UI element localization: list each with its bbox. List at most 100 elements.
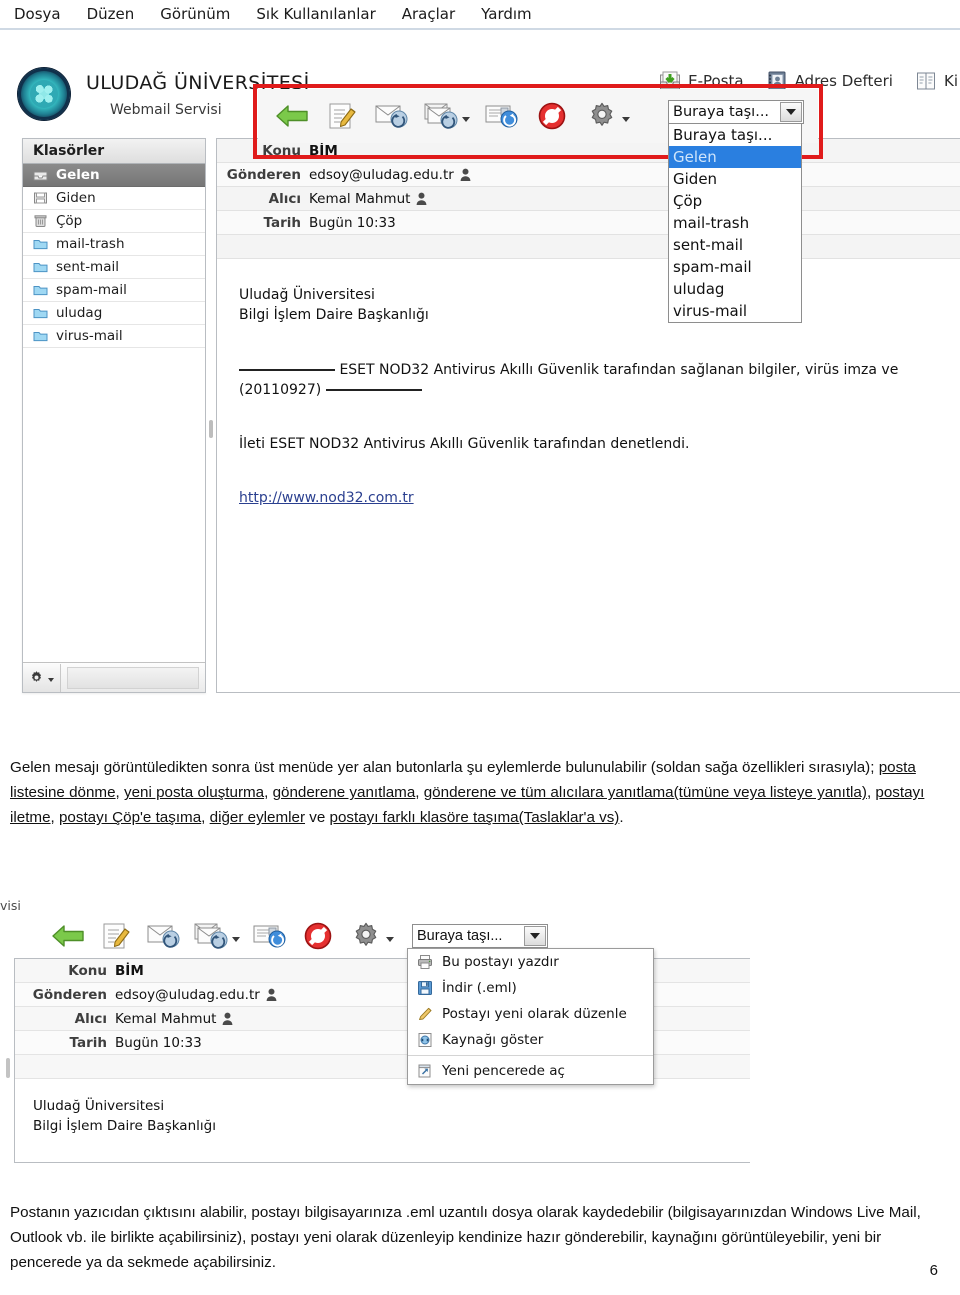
- move-to-option-buraya-tasi[interactable]: Buraya taşı...: [669, 124, 801, 146]
- move-to-option-list[interactable]: Buraya taşı... Gelen Giden Çöp mail-tras…: [668, 124, 802, 323]
- person-icon[interactable]: [222, 1012, 233, 1025]
- person-icon[interactable]: [266, 988, 277, 1001]
- header-value-alici-wrap: Kemal Mahmut: [115, 1011, 233, 1027]
- chevron-down-icon[interactable]: [622, 116, 630, 122]
- reply-all-wrap[interactable]: [194, 918, 240, 954]
- sidebar-item-spam-mail[interactable]: spam-mail: [23, 279, 205, 302]
- move-to-folder-select[interactable]: Buraya taşı...: [412, 924, 548, 948]
- move-to-option-mail-trash[interactable]: mail-trash: [669, 212, 801, 234]
- scrollbar-grip[interactable]: [6, 1058, 10, 1078]
- compose-button[interactable]: [324, 98, 360, 134]
- move-to-option-giden[interactable]: Giden: [669, 168, 801, 190]
- message-header-spacer: [217, 235, 960, 259]
- reply-all-wrap[interactable]: [424, 98, 470, 134]
- screenshot2-crumb: visi: [0, 898, 21, 913]
- person-icon[interactable]: [416, 192, 427, 205]
- pane-scrollbar[interactable]: [206, 138, 216, 693]
- header-value-alici-wrap: Kemal Mahmut: [309, 191, 427, 207]
- context-menu-item-open-new-window[interactable]: Yeni pencerede aç: [408, 1058, 653, 1084]
- pane-scrollbar[interactable]: [4, 958, 12, 1163]
- more-actions-context-menu[interactable]: Bu postayı yazdır İndir (.eml) Postayı y…: [407, 948, 654, 1085]
- move-to-option-gelen[interactable]: Gelen: [669, 146, 801, 168]
- sidebar-item-sent-mail[interactable]: sent-mail: [23, 256, 205, 279]
- p1-sep-3: ,: [415, 784, 424, 802]
- compose-button[interactable]: [98, 918, 134, 954]
- scrollbar-grip[interactable]: [209, 420, 213, 438]
- p1-sep-2: ,: [264, 784, 273, 802]
- move-to-option-spam-mail[interactable]: spam-mail: [669, 256, 801, 278]
- move-to-folder-select[interactable]: Buraya taşı...: [668, 100, 804, 124]
- menu-item-sik-kullanilanlar[interactable]: Sık Kullanılanlar: [256, 5, 375, 23]
- more-actions-button[interactable]: [348, 918, 384, 954]
- explanation-paragraph-1: Gelen mesajı görüntüledikten sonra üst m…: [10, 755, 950, 830]
- menu-item-gorunum[interactable]: Görünüm: [160, 5, 230, 23]
- move-to-option-uludag[interactable]: uludag: [669, 278, 801, 300]
- folder-settings-button[interactable]: [23, 663, 61, 692]
- chevron-down-icon[interactable]: [232, 936, 240, 942]
- new-window-icon: [418, 1064, 431, 1078]
- context-menu-item-print[interactable]: Bu postayı yazdır: [408, 949, 653, 975]
- header-value-tarih: Bugün 10:33: [309, 214, 396, 231]
- signature-line-1: Uludağ Üniversitesi: [33, 1098, 165, 1114]
- menu-item-duzen[interactable]: Düzen: [87, 5, 135, 23]
- reply-envelope-icon: [147, 925, 180, 948]
- topnav-item-kisisel[interactable]: Ki: [915, 70, 958, 92]
- sidebar-item-virus-mail[interactable]: virus-mail: [23, 325, 205, 348]
- p1-underline-4: gönderene ve tüm alıcılara yanıtlama(tüm…: [423, 784, 867, 802]
- context-menu-label-view-source: Kaynağı göster: [442, 1032, 544, 1048]
- header-value-gonderen: edsoy@uludag.edu.tr: [115, 986, 260, 1003]
- person-icon[interactable]: [460, 168, 471, 181]
- p1-underline-2: yeni posta oluşturma: [123, 784, 265, 802]
- sidebar-item-cop[interactable]: Çöp: [23, 210, 205, 233]
- header-label-tarih: Tarih: [263, 214, 301, 231]
- move-to-option-cop[interactable]: Çöp: [669, 190, 801, 212]
- sidebar-label-cop: Çöp: [56, 213, 83, 229]
- menu-item-araclar[interactable]: Araçlar: [402, 5, 455, 23]
- more-actions-wrap[interactable]: [348, 918, 394, 954]
- header-value-konu: BİM: [115, 962, 144, 979]
- chevron-down-icon[interactable]: [462, 116, 470, 122]
- sidebar-item-uludag[interactable]: uludag: [23, 302, 205, 325]
- move-to-selected-value: Buraya taşı...: [673, 104, 770, 120]
- sidebar-label-uludag: uludag: [56, 305, 103, 321]
- header-label-tarih: Tarih: [69, 1034, 107, 1051]
- menu-item-yardim[interactable]: Yardım: [481, 5, 532, 23]
- topnav-label-eposta: E-Posta: [688, 72, 744, 90]
- reply-all-button[interactable]: [424, 98, 460, 134]
- reply-all-button[interactable]: [194, 918, 230, 954]
- menu-item-dosya[interactable]: Dosya: [14, 5, 61, 23]
- p1-sep-1: ,: [115, 784, 124, 802]
- context-menu-item-edit-as-new[interactable]: Postayı yeni olarak düzenle: [408, 1001, 653, 1027]
- back-button[interactable]: [274, 98, 310, 134]
- sidebar-item-giden[interactable]: Giden: [23, 187, 205, 210]
- sidebar-item-gelen[interactable]: Gelen: [23, 164, 205, 187]
- more-actions-wrap[interactable]: [584, 98, 630, 134]
- sidebar-label-gelen: Gelen: [56, 167, 100, 183]
- back-button[interactable]: [50, 918, 86, 954]
- delete-button[interactable]: [534, 98, 570, 134]
- move-to-toggle-button[interactable]: [780, 102, 802, 122]
- signature-line-2: Bilgi İşlem Daire Başkanlığı: [239, 307, 429, 324]
- webmail-screenshot-bottom: visi Buraya taşı... Konu BİM Gönderen ed…: [0, 890, 770, 1175]
- folder-icon: [33, 332, 48, 342]
- move-to-folder-dropdown[interactable]: Buraya taşı... Buraya taşı... Gelen Gide…: [668, 100, 804, 323]
- reply-button[interactable]: [146, 918, 182, 954]
- context-menu-item-download[interactable]: İndir (.eml): [408, 975, 653, 1001]
- move-to-toggle-button[interactable]: [524, 926, 546, 946]
- more-actions-button[interactable]: [584, 98, 620, 134]
- sidebar-label-mail-trash: mail-trash: [56, 236, 125, 252]
- move-to-option-sent-mail[interactable]: sent-mail: [669, 234, 801, 256]
- move-to-option-virus-mail[interactable]: virus-mail: [669, 300, 801, 322]
- rule-left: [239, 368, 335, 371]
- sidebar-item-mail-trash[interactable]: mail-trash: [23, 233, 205, 256]
- page-number: 6: [929, 1262, 938, 1279]
- forward-button[interactable]: [252, 918, 288, 954]
- delete-button[interactable]: [300, 918, 336, 954]
- eset-link[interactable]: http://www.nod32.com.tr: [239, 490, 414, 506]
- reply-button[interactable]: [374, 98, 410, 134]
- header-value-gonderen-wrap: edsoy@uludag.edu.tr: [309, 167, 471, 183]
- forward-button[interactable]: [484, 98, 520, 134]
- context-menu-item-view-source[interactable]: Kaynağı göster: [408, 1027, 653, 1053]
- eset-version: (20110927): [239, 381, 322, 398]
- chevron-down-icon[interactable]: [386, 936, 394, 942]
